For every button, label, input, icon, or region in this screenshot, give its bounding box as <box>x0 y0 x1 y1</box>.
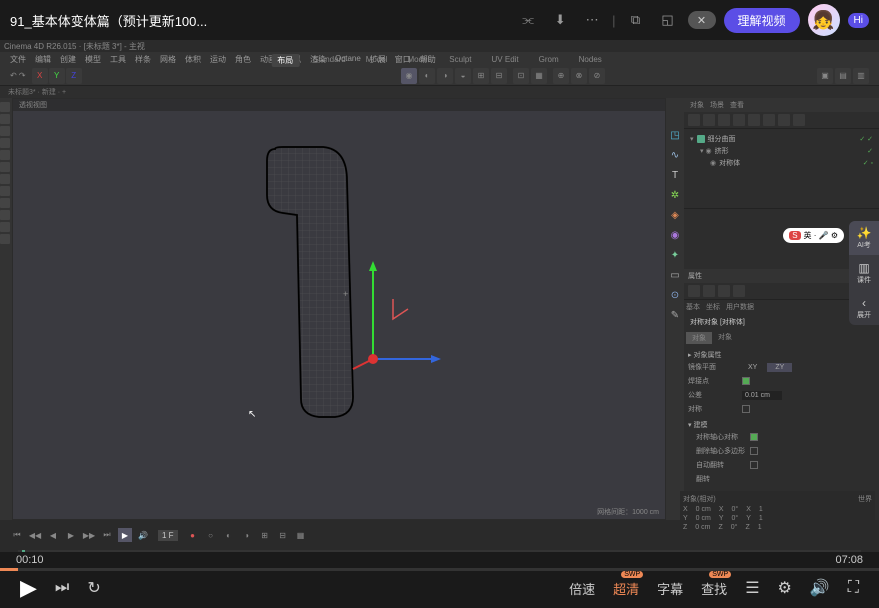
download-icon[interactable]: ⬇ <box>548 8 572 32</box>
right-tool-strip[interactable]: ◳ ∿ T ✲ ◈ ◉ ✦ ▭ ⊙ ✎ <box>666 98 684 520</box>
text-icon[interactable]: T <box>668 168 682 182</box>
menu-bar[interactable]: 文件编辑创建模型工具样条网格体积运动角色动画模拟渲染Octane扩展窗口帮助 布… <box>0 52 879 66</box>
next-button[interactable]: ⏭ <box>55 579 69 597</box>
fullscreen-icon[interactable]: ⛶ <box>848 579 859 597</box>
mode-layout[interactable]: 布局 <box>271 54 299 67</box>
null-icon[interactable]: ⊙ <box>668 288 682 302</box>
courseware-button[interactable]: ▥课件 <box>849 256 879 290</box>
video-player-bar: 00:10 07:08 ▶ ⏭ ↻ 倍速 SWP超清 字幕 SWP查找 ☰ ⚙ … <box>0 552 879 608</box>
speed-button[interactable]: 倍速 <box>569 579 595 598</box>
input-method-badge[interactable]: S 英 · 🎤 ⚙ <box>783 228 844 243</box>
quality-button[interactable]: SWP超清 <box>613 579 639 598</box>
settings-icon[interactable]: ⚙ <box>778 578 792 598</box>
tolerance-input[interactable] <box>742 391 782 400</box>
coordinates-panel: 对象(相对)世界 X0 cmX0°X1 Y0 cmY0°Y1 Z0 cmZ0°Z… <box>680 491 875 534</box>
replay-button[interactable]: ↻ <box>87 578 100 598</box>
close-button[interactable]: ✕ <box>688 11 716 29</box>
deformer-icon[interactable]: ◈ <box>668 208 682 222</box>
generator-icon[interactable]: ✲ <box>668 188 682 202</box>
volume-icon[interactable]: 🔊 <box>810 578 830 598</box>
spline-icon[interactable]: ∿ <box>668 148 682 162</box>
light-icon[interactable]: ✦ <box>668 248 682 262</box>
main-toolbar[interactable]: ↶ ↷ XYZ ◉◐◑◒⊞⊟ ⊡▦ ⊕⊗⊘ ▣▤▥ <box>0 66 879 86</box>
avatar[interactable]: 👧 <box>808 4 840 36</box>
pip-icon[interactable]: ◱ <box>656 8 680 32</box>
sub-toolbar: 未标题3* · 新建 · + <box>0 86 879 98</box>
left-toolbar[interactable] <box>0 98 12 520</box>
video-title: 91_基本体变体篇（预计更新100... <box>10 11 508 30</box>
object-tree[interactable]: ▾细分曲面✓ ✓ ▾ ◉挤形✓ ◉对称体✓ ▫ <box>684 129 879 209</box>
expand-button[interactable]: ‹展开 <box>849 291 879 325</box>
grid-info: 网格间距：1000 cm <box>597 507 659 517</box>
subtitle-button[interactable]: 字幕 <box>657 579 683 598</box>
viewport-cursor: ↖ <box>248 409 256 420</box>
progress-bar[interactable] <box>0 568 879 571</box>
find-button[interactable]: SWP查找 <box>701 579 727 598</box>
brush-icon[interactable]: ✎ <box>668 308 682 322</box>
transform-gizmo[interactable] <box>333 249 443 379</box>
ai-exam-button[interactable]: ✨AI考 <box>849 221 879 255</box>
window-icon[interactable]: ⧉ <box>624 8 648 32</box>
current-time: 00:10 <box>16 554 44 566</box>
app-title: Cinema 4D R26.015 · [未标题 3*] - 主视 <box>0 40 879 52</box>
field-icon[interactable]: ◉ <box>668 228 682 242</box>
hi-badge: Hi <box>848 13 869 28</box>
more-icon[interactable]: ⋯ <box>580 8 604 32</box>
understand-video-button[interactable]: 理解视频 <box>724 8 800 33</box>
playlist-icon[interactable]: ☰ <box>745 578 759 598</box>
3d-viewport[interactable]: 透视视图 ↖ + 网格间距：1000 cm <box>13 99 665 519</box>
camera-icon[interactable]: ▭ <box>668 268 682 282</box>
play-button[interactable]: ▶ <box>20 575 37 601</box>
share-icon[interactable]: ⫘ <box>516 8 540 32</box>
total-time: 07:08 <box>835 554 863 566</box>
cube-icon[interactable]: ◳ <box>668 128 682 142</box>
floating-sidebar[interactable]: ✨AI考 ▥课件 ‹展开 <box>849 221 879 325</box>
